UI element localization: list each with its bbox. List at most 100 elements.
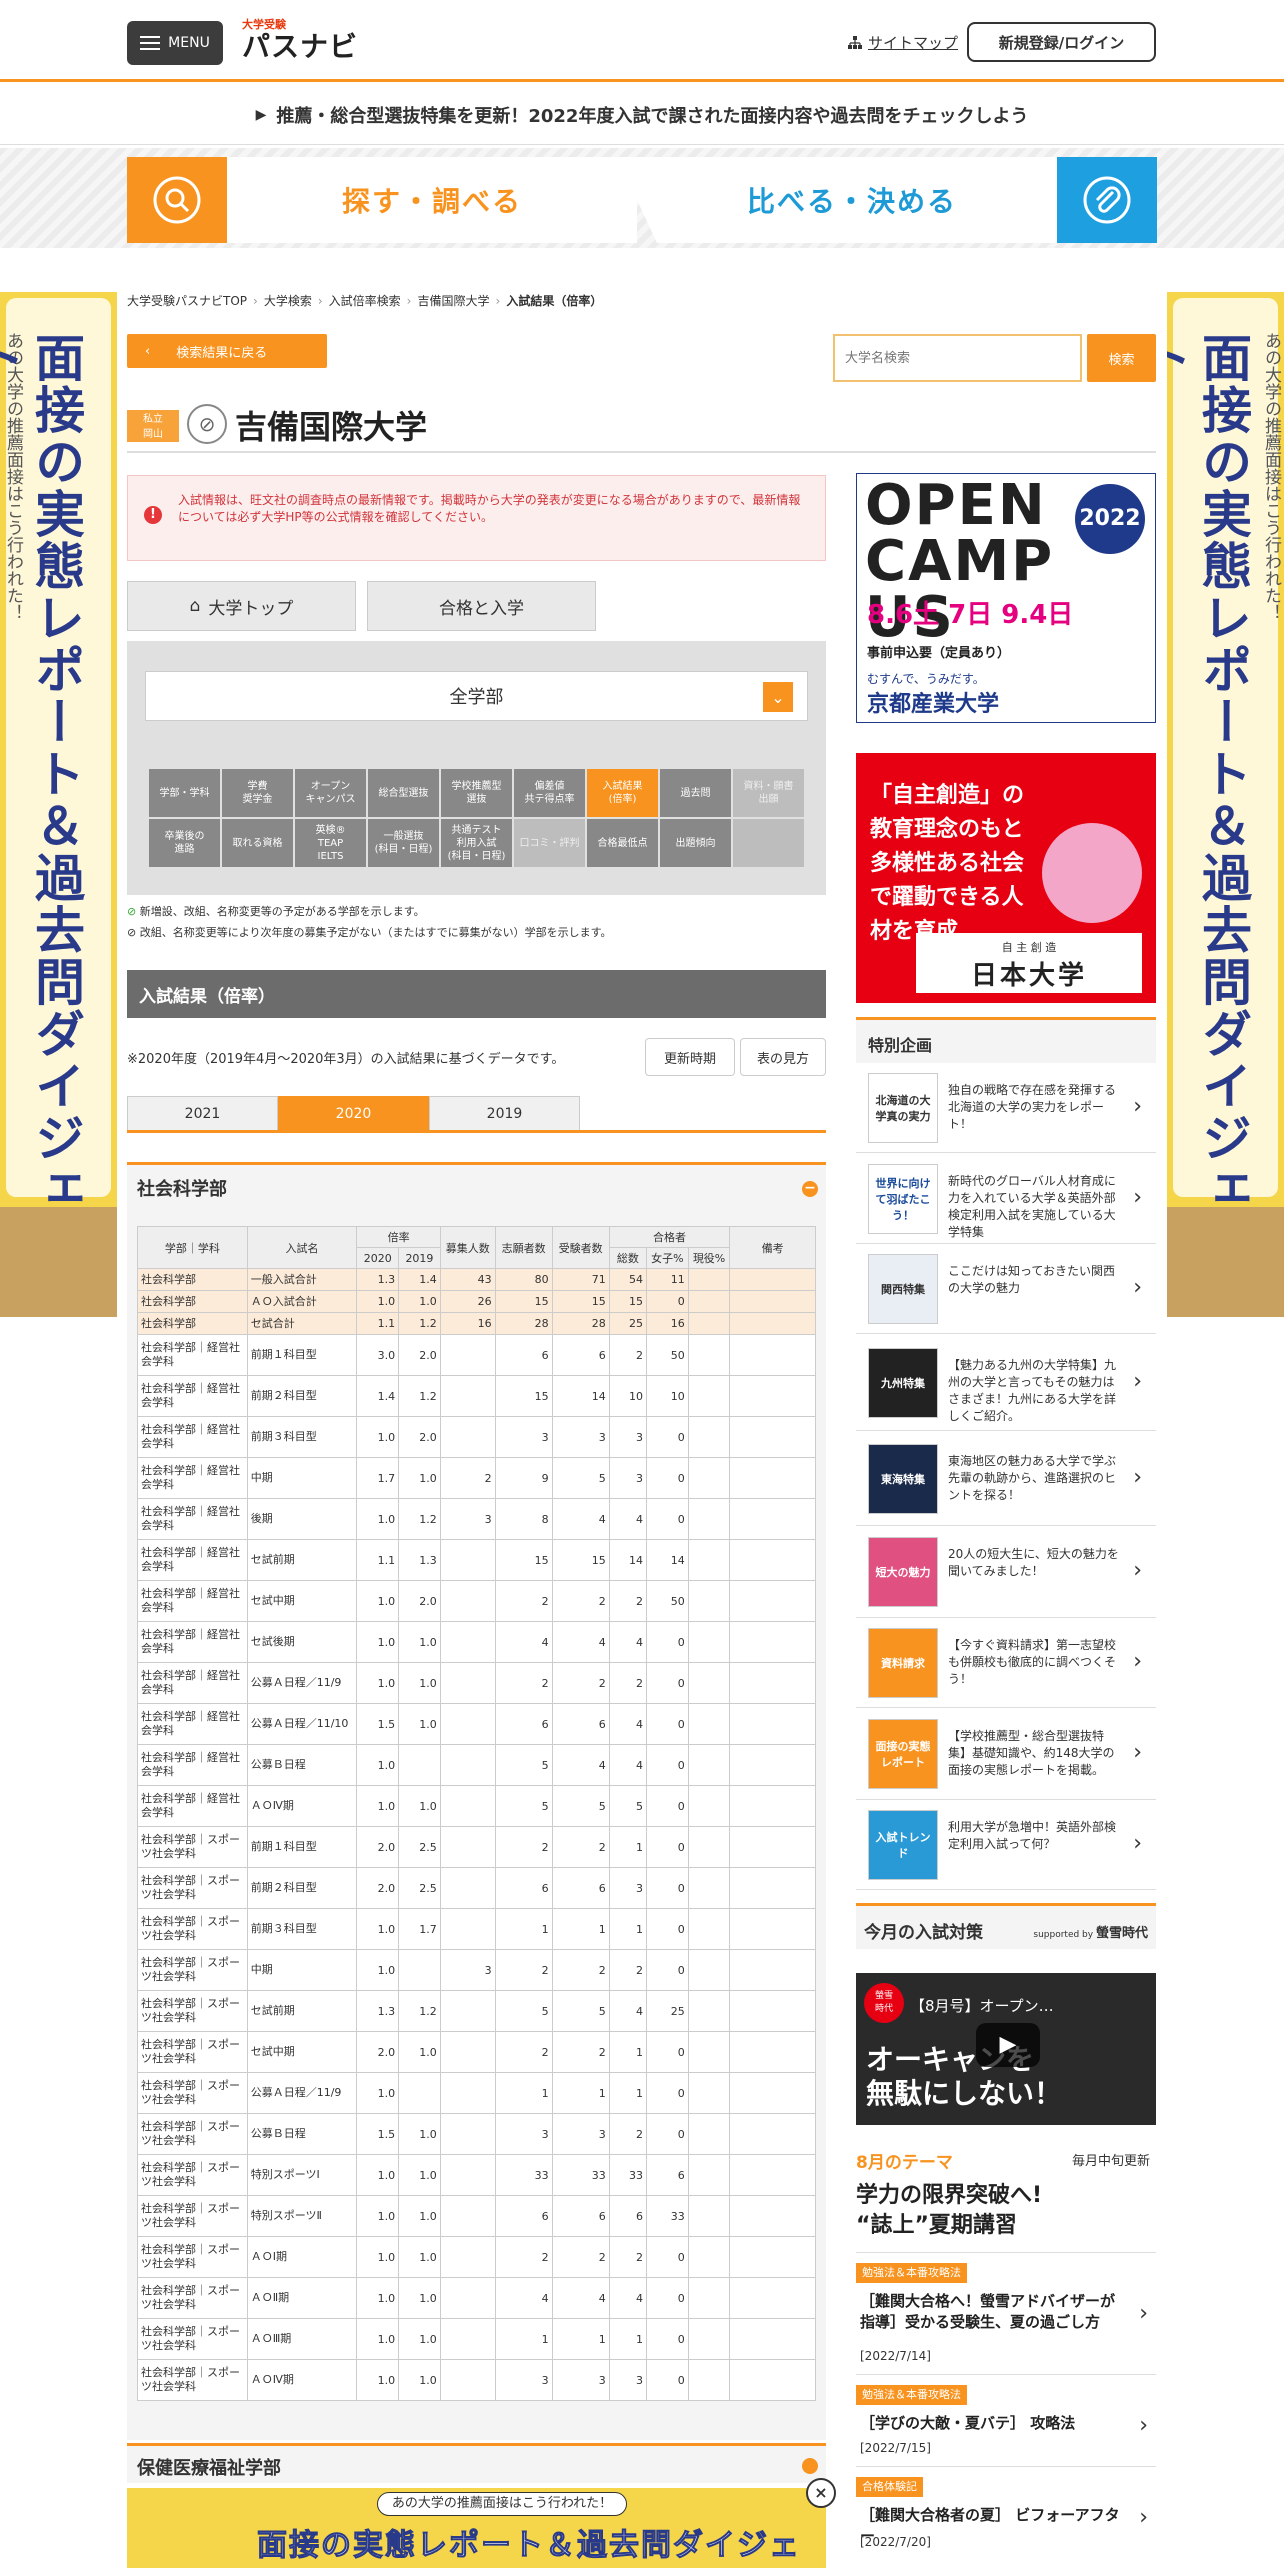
table-cell: 一般入試合計 xyxy=(246,1268,358,1291)
feature-item[interactable]: 関西特集 ここだけは知っておきたい関西の大学の魅力 › xyxy=(856,1244,1156,1334)
nav-cell[interactable]: 取れる資格 xyxy=(222,819,293,867)
nav-cell[interactable]: 合格最低点 xyxy=(587,819,658,867)
university-top-button[interactable]: ⌂ 大学トップ xyxy=(127,581,356,631)
table-cell: 1.0 xyxy=(398,1662,441,1704)
breadcrumb-university[interactable]: 吉備国際大学 xyxy=(417,292,489,309)
side-banner-title: 面接の実態レポート＆過去問ダイジェスト xyxy=(1167,332,1252,1268)
chevron-left-icon: ‹ xyxy=(145,343,151,359)
search-button[interactable]: 検索 xyxy=(1087,334,1156,382)
feature-item[interactable]: 九州特集 【魅力ある九州の大学特集】九州の大学と言ってもその魅力はさまざま！九州に… xyxy=(856,1334,1156,1431)
table-cell: 3 xyxy=(494,2359,553,2401)
sitemap-link[interactable]: サイトマップ xyxy=(848,32,958,53)
table-cell: 2.5 xyxy=(398,1867,441,1909)
table-cell: 社会科学部｜スポーツ社会学科 xyxy=(137,2359,248,2401)
table-cell: 2 xyxy=(494,2031,553,2073)
table-cell: 15 xyxy=(551,1539,610,1581)
site-logo[interactable]: 大学受験 パスナビ xyxy=(242,18,362,64)
nav-cell[interactable]: 偏差値 共テ得点率 xyxy=(514,769,585,817)
year-tab[interactable]: 2020 xyxy=(278,1096,429,1130)
table-cell: 2 xyxy=(494,2236,553,2278)
table-cell xyxy=(687,1375,731,1417)
feature-item[interactable]: 入試トレンド 利用大学が急増中！英語外部検定利用入試って何？ › xyxy=(856,1800,1156,1890)
nav-cell[interactable]: 共通テスト 利用入試 (科目・日程) xyxy=(441,819,512,867)
back-to-results-button[interactable]: ‹ 検索結果に戻る xyxy=(127,334,327,368)
feature-item[interactable]: 資料請求 【今すぐ資料請求】第一志望校も併願校も徹底的に調べつくそう！ › xyxy=(856,1618,1156,1708)
table-cell: 社会科学部｜経営社会学科 xyxy=(137,1498,248,1540)
feature-item[interactable]: 面接の実態レポート 【学校推薦型・総合型選抜特集】基礎知識や、約148大学の面接の… xyxy=(856,1708,1156,1800)
favorite-clip-icon[interactable]: ⊘ xyxy=(187,404,227,444)
legend-stop-text: 改組、名称変更等により次年度の募集予定がない（またはすでに募集がない）学部を示し… xyxy=(139,926,612,939)
select-pointer xyxy=(456,727,496,747)
side-banner-left[interactable]: あの大学の推薦面接はこう行われた！ 面接の実態レポート＆過去問ダイジェスト xyxy=(0,292,117,1317)
nav-cell[interactable]: 出題傾向 xyxy=(660,819,731,867)
breadcrumb-search[interactable]: 大学検索 xyxy=(264,292,312,309)
nav-cell[interactable]: 一般選抜 (科目・日程) xyxy=(368,819,439,867)
faculty-select-value: 全学部 xyxy=(449,687,504,708)
article-item[interactable]: 勉強法＆本番攻略法 ［難関大合格へ！螢雪アドバイザーが指導］受かる受験生、夏の過ご… xyxy=(856,2252,1156,2372)
notice-bar[interactable]: ▶ 推薦・総合型選抜特集を更新！2022年度入試で課された面接内容や過去問をチェ… xyxy=(0,85,1284,145)
table-cell: 0 xyxy=(646,1416,689,1458)
ad-open-campus[interactable]: OPEN CAMPUS 2022 8.6土 7日 9.4日 事前申込要（定員あり… xyxy=(856,473,1156,723)
year-tab[interactable]: 2021 xyxy=(127,1096,278,1130)
table-cell: 50 xyxy=(646,1580,689,1622)
feature-text: 新時代のグローバル人材育成に力を入れている大学＆英語外部検定利用入試を実施してい… xyxy=(948,1173,1116,1239)
table-cell xyxy=(687,1290,731,1313)
feature-item[interactable]: 世界に向けて羽ばたこう！ 新時代のグローバル人材育成に力を入れている大学＆英語外部… xyxy=(856,1153,1156,1244)
feature-item[interactable]: 東海特集 東海地区の魅力ある大学で学ぶ先輩の軌跡から、進路選択のヒントを探る！ › xyxy=(856,1431,1156,1526)
faculty-select[interactable]: 全学部 ⌄ xyxy=(145,671,808,721)
tab-search[interactable]: 探す・調べる xyxy=(127,157,637,243)
side-banner-right[interactable]: あの大学の推薦面接はこう行われた！ 面接の実態レポート＆過去問ダイジェスト xyxy=(1167,292,1284,1317)
nav-cell[interactable]: 総合型選抜 xyxy=(368,769,439,817)
update-period-button[interactable]: 更新時期 xyxy=(645,1038,735,1076)
breadcrumb-ratio-search[interactable]: 入試倍率検索 xyxy=(329,292,401,309)
nav-cell[interactable]: 卒業後の 進路 xyxy=(149,819,220,867)
collapse-icon[interactable]: − xyxy=(802,1181,818,1197)
table-cell: 特別スポーツⅡ xyxy=(246,2195,358,2237)
play-icon[interactable]: ▶ xyxy=(976,2023,1040,2067)
nav-cell[interactable]: 過去問 xyxy=(660,769,731,817)
login-button[interactable]: 新規登録/ログイン xyxy=(967,22,1156,62)
university-badge: 私立 岡山 xyxy=(127,410,179,442)
table-cell: 1.0 xyxy=(356,1949,400,1991)
table-cell: 0 xyxy=(646,1867,689,1909)
university-search-input[interactable] xyxy=(833,334,1082,382)
breadcrumb-top[interactable]: 大学受験パスナビTOP xyxy=(127,292,247,309)
table-cell xyxy=(687,1312,731,1335)
ad-nihon-univ[interactable]: 「自主創造」の教育理念のもと多様性ある社会で躍動できる人材を育成 自 主 創 造… xyxy=(856,753,1156,1003)
year-tab[interactable]: 2019 xyxy=(429,1096,580,1130)
nav-cell[interactable]: 入試結果 (倍率) xyxy=(587,769,658,817)
faculty-header[interactable]: 社会科学部 − xyxy=(127,1162,826,1210)
table-cell: 1.0 xyxy=(398,1457,441,1499)
feature-item[interactable]: 北海道の大学真の実力 独自の戦略で存在感を発揮する北海道の大学の実力をレポート！ › xyxy=(856,1063,1156,1153)
table-row: 社会科学部｜経営社会学科 セ試中期 1.0 2.0 2 2 2 50 xyxy=(137,1580,816,1622)
nav-cell[interactable]: 学校推薦型 選抜 xyxy=(441,769,512,817)
table-cell: 社会科学部｜スポーツ社会学科 xyxy=(137,2236,248,2278)
collapse-icon[interactable] xyxy=(802,2458,818,2474)
faculty-header-2[interactable]: 保健医療福祉学部 xyxy=(127,2443,826,2483)
nav-cell[interactable]: 学費 奨学金 xyxy=(222,769,293,817)
ad2-sub: 自 主 創 造 xyxy=(1001,941,1057,954)
feature-item[interactable]: 短大の魅力 20人の短大生に、短大の魅力を聞いてみました！ › xyxy=(856,1526,1156,1618)
bottom-banner[interactable]: あの大学の推薦面接はこう行われた！ 面接の実態レポート＆過去問ダイジェスト xyxy=(127,2488,826,2568)
article-item[interactable]: 合格体験記 ［難関大合格者の夏］ ビフォーアフター [2022/7/20] › xyxy=(856,2466,1156,2568)
video-player[interactable]: 螢雪 時代 【8月号】オープン… オーキャンを 無駄にしない！ ▶ xyxy=(856,1973,1156,2125)
nav-cell[interactable]: オープン キャンパス xyxy=(295,769,366,817)
search-icon xyxy=(127,157,227,243)
chevron-right-icon: › xyxy=(1133,1094,1142,1119)
table-cell: 0 xyxy=(646,2031,689,2073)
close-icon[interactable]: × xyxy=(806,2478,836,2508)
nav-cell[interactable]: 学部・学科 xyxy=(149,769,220,817)
table-cell: 1.0 xyxy=(356,1498,400,1540)
admission-button[interactable]: 合格と入学 xyxy=(367,581,596,631)
table-cell: 2 xyxy=(608,1334,648,1376)
table-cell: 43 xyxy=(439,1268,496,1291)
table-cell: 1.0 xyxy=(356,1290,400,1313)
tab-compare[interactable]: 比べる・決める xyxy=(617,157,1157,243)
menu-button[interactable]: MENU xyxy=(127,21,223,65)
table-cell xyxy=(439,1580,496,1622)
table-guide-button[interactable]: 表の見方 xyxy=(740,1038,826,1076)
table-cell: 前期３科目型 xyxy=(246,1416,358,1458)
table-cell: 33 xyxy=(646,2195,689,2237)
nav-cell[interactable]: 英検® TEAP IELTS xyxy=(295,819,366,867)
article-item[interactable]: 勉強法＆本番攻略法 ［学びの大敵・夏バテ］ 攻略法 [2022/7/15] › xyxy=(856,2374,1156,2464)
